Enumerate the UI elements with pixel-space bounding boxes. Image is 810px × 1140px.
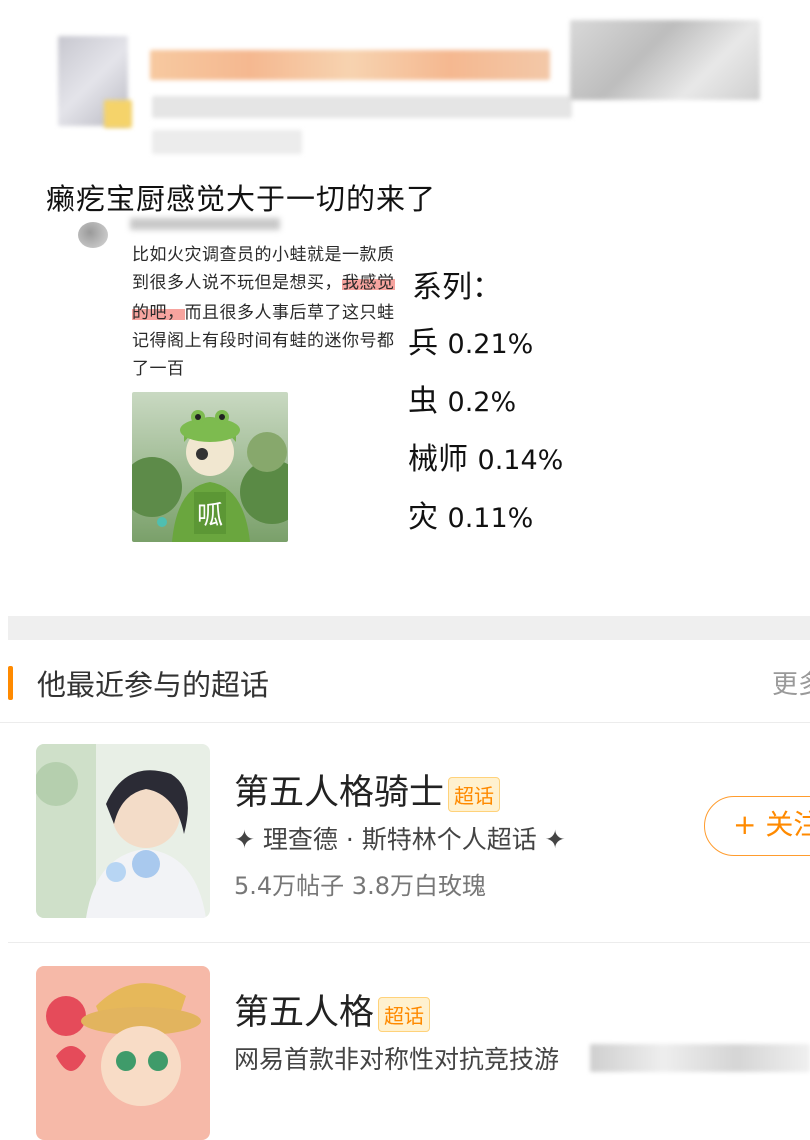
stat-name: 虫: [408, 384, 438, 419]
stat-row: 兵 0.21%: [408, 318, 533, 362]
stat-percent: 0.2%: [447, 387, 517, 418]
stat-row: 械师 0.14%: [408, 434, 563, 478]
blurred-username: [150, 50, 550, 80]
section-divider: [8, 616, 810, 640]
topic-thumbnail[interactable]: [36, 744, 210, 918]
blurred-meta-2: [152, 130, 302, 154]
comment-text: 而且很多人事后草了这只蛙: [184, 303, 395, 323]
stat-row: 灾 0.11%: [408, 492, 533, 536]
topic-thumbnail[interactable]: [36, 966, 210, 1140]
post-title: 癞疙宝厨感觉大于一切的来了: [46, 182, 437, 216]
blurred-meta: [152, 96, 572, 118]
commenter-avatar: [78, 222, 108, 248]
comment-line-4: 记得阁上有段时间有蛙的迷你号都: [132, 331, 395, 351]
highlighted-text: 我感觉: [342, 273, 395, 293]
stat-percent: 0.11%: [447, 503, 534, 534]
commenter-name-blurred: [130, 218, 280, 230]
super-topic-badge: 超话: [378, 996, 431, 1032]
highlighted-text: 的吧，: [132, 303, 185, 323]
stat-row: 虫 0.2%: [408, 376, 516, 420]
super-topic-badge: 超话: [448, 776, 501, 812]
blurred-avatar-badge: [104, 100, 132, 128]
comment-line-2: 到很多人说不玩但是想买，我感觉: [132, 268, 395, 293]
comment-line-3: 的吧，而且很多人事后草了这只蛙: [132, 298, 395, 323]
stats-header: 系列：: [412, 270, 502, 305]
topic-title: 第五人格 超话: [234, 984, 431, 1035]
stat-name: 灾: [408, 500, 438, 535]
follow-button[interactable]: + 关注: [704, 796, 810, 856]
more-link[interactable]: 更多: [772, 664, 810, 701]
stat-percent: 0.14%: [477, 445, 564, 476]
super-topic-section-header: 他最近参与的超话 更多: [0, 640, 810, 723]
topic-description: 网易首款非对称性对抗竞技游: [234, 1045, 560, 1074]
stat-name: 兵: [408, 326, 438, 361]
topic-description: ✦ 理查德 · 斯特林个人超话 ✦: [234, 825, 566, 854]
stat-percent: 0.21%: [447, 329, 534, 360]
stat-name: 械师: [408, 442, 468, 477]
hoodie-text: 呱: [197, 501, 223, 531]
topic-title: 第五人格骑士 超话: [234, 764, 501, 815]
blurred-corner: [570, 20, 760, 100]
accent-bar: [8, 666, 13, 700]
topic-name: 第五人格: [234, 993, 375, 1033]
card-divider: [8, 942, 810, 943]
topic-name: 第五人格骑士: [234, 773, 445, 813]
comment-text: 到很多人说不玩但是想买，: [132, 273, 342, 293]
topic-stats: 5.4万帖子 3.8万白玫瑰: [234, 872, 486, 900]
blurred-text: [590, 1044, 810, 1072]
comment-line-5: 了一百: [132, 359, 185, 379]
frog-character-image: 呱: [132, 392, 288, 542]
comment-line-1: 比如火灾调查员的小蛙就是一款质: [132, 245, 395, 265]
section-title: 他最近参与的超话: [37, 668, 270, 702]
